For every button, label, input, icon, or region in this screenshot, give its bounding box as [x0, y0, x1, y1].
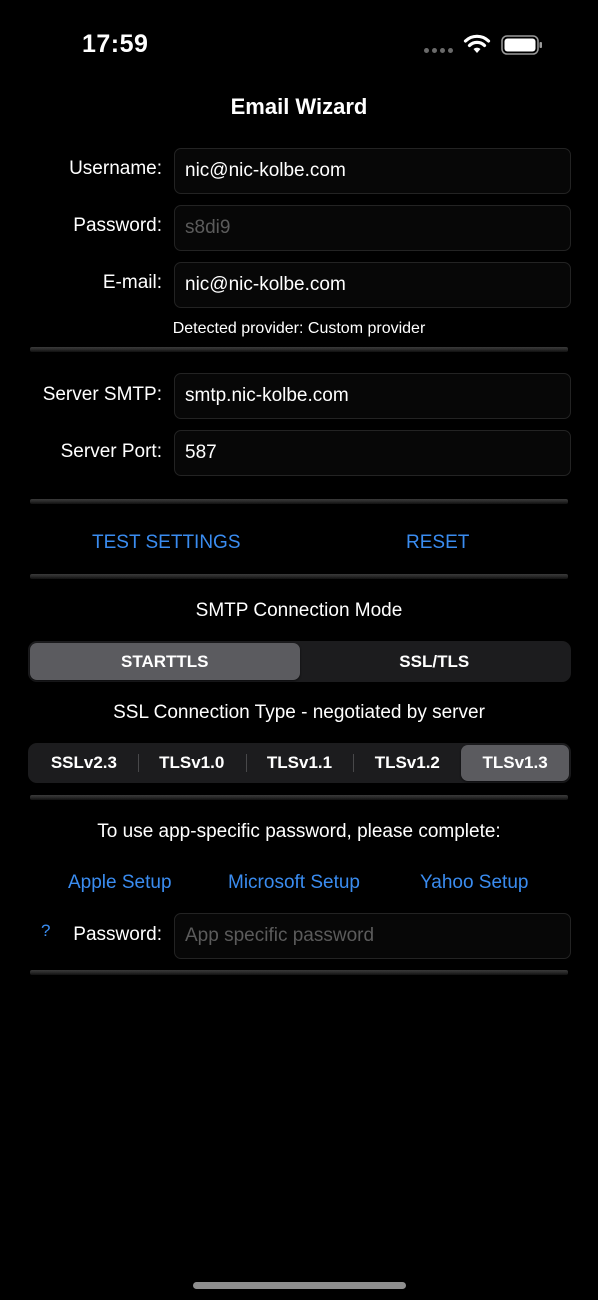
- reset-button[interactable]: RESET: [406, 532, 469, 554]
- section-divider: [30, 499, 568, 504]
- detected-provider-text: Detected provider: Custom provider: [172, 320, 426, 337]
- ssl-type-heading: SSL Connection Type - negotiated by serv…: [113, 702, 485, 723]
- wifi-icon: [463, 34, 491, 53]
- segment-tlsv1-1[interactable]: TLSv1.1: [245, 745, 354, 781]
- battery-icon: [501, 35, 542, 55]
- cellular-signal-icon: [424, 48, 453, 53]
- email-label: E-mail:: [102, 272, 162, 293]
- app-password-label: Password:: [73, 924, 162, 945]
- home-indicator[interactable]: [193, 1282, 406, 1289]
- segment-sslv2-3[interactable]: SSLv2.3: [30, 745, 138, 781]
- section-divider: [30, 574, 568, 579]
- email-wizard-screen: 17:59 Email Wizard Username: nic@nic-kol…: [0, 0, 598, 1300]
- segment-ssl-tls[interactable]: SSL/TLS: [300, 643, 570, 680]
- connection-mode-heading: SMTP Connection Mode: [195, 600, 403, 621]
- ssl-type-control: SSLv2.3 TLSv1.0 TLSv1.1 TLSv1.2 TLSv1.3: [28, 743, 571, 783]
- email-field[interactable]: nic@nic-kolbe.com: [174, 262, 571, 308]
- test-settings-button[interactable]: TEST SETTINGS: [92, 532, 241, 554]
- app-password-field[interactable]: App specific password: [174, 913, 571, 959]
- segment-tlsv1-3[interactable]: TLSv1.3: [461, 745, 569, 781]
- section-divider: [30, 970, 568, 975]
- smtp-server-field[interactable]: smtp.nic-kolbe.com: [174, 373, 571, 419]
- segment-tlsv1-2[interactable]: TLSv1.2: [353, 745, 461, 781]
- help-icon[interactable]: ?: [41, 921, 50, 941]
- username-label: Username:: [69, 158, 162, 179]
- segment-starttls[interactable]: STARTTLS: [30, 643, 300, 680]
- status-bar: 17:59: [0, 0, 598, 90]
- app-password-instruction: To use app-specific password, please com…: [97, 821, 501, 842]
- username-field[interactable]: nic@nic-kolbe.com: [174, 148, 571, 194]
- segment-tlsv1-0[interactable]: TLSv1.0: [137, 745, 246, 781]
- password-label: Password:: [73, 215, 162, 236]
- section-divider: [30, 347, 568, 352]
- password-field[interactable]: s8di9: [174, 205, 571, 251]
- status-time: 17:59: [82, 30, 149, 58]
- server-port-label: Server Port:: [60, 441, 162, 462]
- section-divider: [30, 795, 568, 800]
- page-title: Email Wizard: [230, 94, 368, 119]
- server-port-field[interactable]: 587: [174, 430, 571, 476]
- microsoft-setup-link[interactable]: Microsoft Setup: [228, 872, 360, 894]
- yahoo-setup-link[interactable]: Yahoo Setup: [420, 872, 528, 894]
- apple-setup-link[interactable]: Apple Setup: [68, 872, 172, 894]
- smtp-server-label: Server SMTP:: [42, 384, 162, 405]
- connection-mode-control: STARTTLS SSL/TLS: [28, 641, 571, 682]
